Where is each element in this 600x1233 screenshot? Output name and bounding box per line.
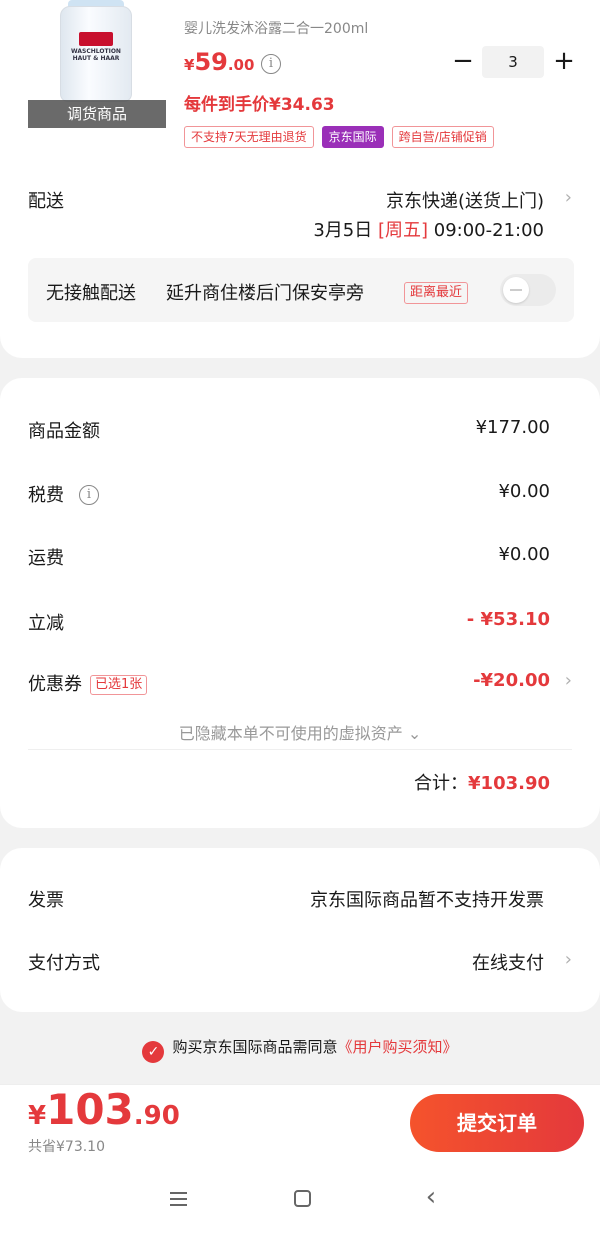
invoice-value: 京东国际商品暂不支持开发票 (310, 890, 544, 911)
hidden-assets-toggle[interactable]: 已隐藏本单不可使用的虚拟资产 ⌄ (0, 720, 600, 744)
brand-logo (79, 32, 113, 46)
delivery-date: 3月5日 (313, 220, 373, 241)
coupon-selected-badge: 已选1张 (90, 675, 148, 695)
total-integer: 103 (46, 1085, 134, 1134)
freight-value: ¥0.00 (498, 544, 550, 565)
tax-row: 税费 i ¥0.00 (0, 481, 600, 511)
order-total: ¥103.90 (28, 1085, 180, 1134)
coupon-label: 优惠券 (28, 674, 82, 695)
delivery-weekday: [周五] (377, 220, 429, 241)
promotion-badge: 跨自营/店铺促销 (391, 126, 494, 148)
price-decimal: .00 (227, 56, 255, 74)
back-icon[interactable]: ‹ (416, 1184, 446, 1214)
tax-value: ¥0.00 (498, 481, 550, 502)
goods-amount-label: 商品金额 (28, 421, 100, 442)
quantity-input[interactable]: 3 (482, 46, 544, 78)
jd-international-badge: 京东国际 (321, 126, 384, 148)
price-currency: ¥ (184, 56, 195, 74)
tax-label: 税费 (28, 485, 64, 506)
final-unit-price: 每件到手价¥34.63 (184, 95, 335, 115)
menu-icon[interactable] (164, 1184, 194, 1214)
product-title[interactable]: 婴儿洗发沐浴露二合一200ml (184, 18, 368, 38)
no-return-badge: 不支持7天无理由退货 (184, 126, 314, 148)
invoice-label: 发票 (28, 890, 64, 911)
product-price: ¥59.00 (184, 48, 254, 76)
subtotal-label: 合计： (414, 773, 469, 794)
product-badges: 不支持7天无理由退货 京东国际 跨自营/店铺促销 (184, 126, 494, 148)
chevron-right-icon[interactable]: › (565, 949, 572, 970)
chevron-right-icon[interactable]: › (565, 670, 572, 691)
system-navigation-bar: ‹ (0, 1162, 600, 1233)
discount-label: 立减 (28, 613, 64, 634)
agreement-text: 购买京东国际商品需同意 (172, 1038, 338, 1056)
contactless-location: 延升商住楼后门保安亭旁 (166, 283, 364, 304)
price-integer: 59 (194, 48, 228, 76)
toggle-knob (503, 277, 529, 303)
saved-amount: 共省¥73.10 (28, 1139, 105, 1155)
nearest-tag: 距离最近 (404, 282, 469, 304)
goods-amount-value: ¥177.00 (475, 417, 550, 438)
cost-summary-card: 商品金额 ¥177.00 税费 i ¥0.00 运费 ¥0.00 立减 - ¥5… (0, 378, 600, 828)
transfer-goods-tag: 调货商品 (28, 100, 166, 128)
user-notice-link[interactable]: 《用户购买须知》 (338, 1038, 458, 1056)
total-decimal: .90 (133, 1101, 180, 1131)
submit-order-button[interactable]: 提交订单 (410, 1094, 584, 1152)
coupon-row[interactable]: 优惠券 已选1张 -¥20.00 › (0, 670, 600, 700)
freight-label: 运费 (28, 548, 64, 569)
info-icon[interactable]: i (261, 54, 281, 74)
product-image[interactable]: WASCHLOTION HAUT & HAAR 调货商品 (28, 0, 166, 128)
contactless-toggle[interactable] (500, 274, 556, 306)
goods-amount-row: 商品金额 ¥177.00 (0, 417, 600, 447)
bottle-label: WASCHLOTION HAUT & HAAR (70, 30, 122, 90)
order-item-card: WASCHLOTION HAUT & HAAR 调货商品 婴儿洗发沐浴露二合一2… (0, 0, 600, 358)
invoice-payment-card: 发票 京东国际商品暂不支持开发票 支付方式 在线支付 › (0, 848, 600, 1012)
check-icon[interactable]: ✓ (142, 1041, 165, 1063)
discount-row: 立减 - ¥53.10 (0, 609, 600, 639)
home-icon[interactable] (288, 1184, 318, 1214)
coupon-label-wrap: 优惠券 已选1张 (28, 670, 148, 696)
contactless-delivery-option[interactable]: 无接触配送 延升商住楼后门保安亭旁 距离最近 (28, 258, 574, 322)
quantity-increase-button[interactable]: + (552, 48, 576, 76)
delivery-window: 09:00-21:00 (433, 220, 544, 241)
payment-method-label: 支付方式 (28, 953, 100, 974)
info-icon[interactable]: i (79, 485, 99, 505)
delivery-time[interactable]: 3月5日 [周五] 09:00-21:00 (313, 216, 544, 242)
total-currency: ¥ (28, 1101, 47, 1131)
purchase-agreement: ✓ 购买京东国际商品需同意《用户购买须知》 (0, 1036, 600, 1063)
contactless-title: 无接触配送 (46, 283, 136, 304)
chevron-right-icon[interactable]: › (565, 187, 572, 208)
checkout-bar: ¥103.90 共省¥73.10 提交订单 (0, 1084, 600, 1162)
divider (28, 749, 572, 750)
subtotal-row: 合计：¥103.90 (414, 769, 550, 795)
quantity-decrease-button[interactable]: − (452, 48, 474, 76)
coupon-value: -¥20.00 (473, 670, 550, 691)
payment-method-row[interactable]: 支付方式 在线支付 › (0, 949, 600, 979)
bottle-label-text: WASCHLOTION HAUT & HAAR (71, 48, 121, 62)
shipping-method[interactable]: 京东快递(送货上门) (386, 187, 544, 213)
subtotal-value: ¥103.90 (468, 773, 550, 794)
freight-row: 运费 ¥0.00 (0, 544, 600, 574)
shipping-label: 配送 (28, 191, 64, 212)
discount-value: - ¥53.10 (466, 609, 550, 630)
invoice-row: 发票 京东国际商品暂不支持开发票 (0, 886, 600, 916)
payment-method-value: 在线支付 (472, 953, 544, 974)
